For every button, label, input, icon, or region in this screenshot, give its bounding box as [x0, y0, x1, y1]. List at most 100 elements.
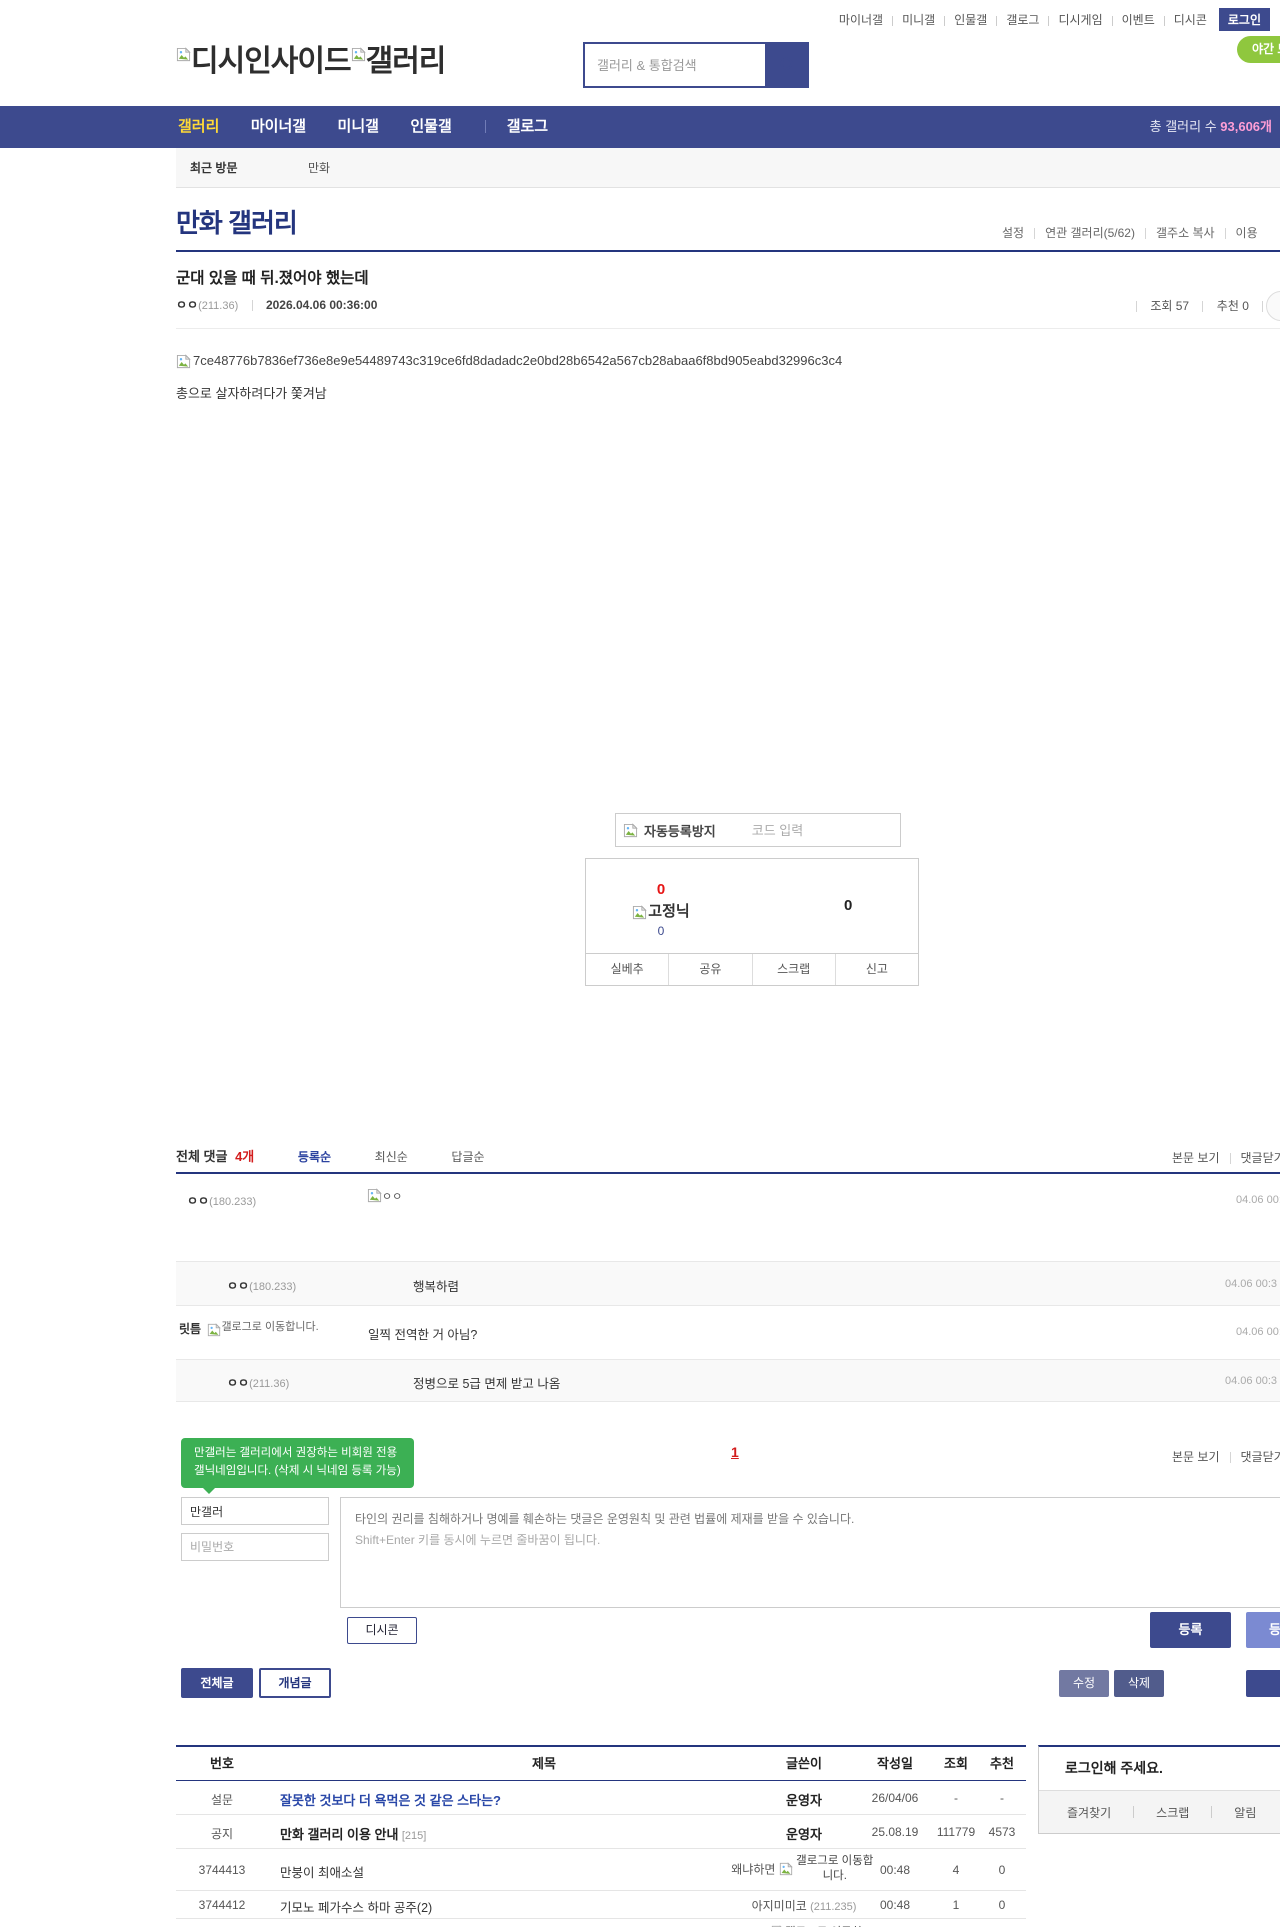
all-posts-button[interactable]: 전체글 [181, 1668, 253, 1698]
gallog-icon-alt: 갤로그로 이동합니다. [221, 1321, 319, 1333]
comment-nick[interactable]: ㅇㅇ [187, 1194, 209, 1208]
post-writer-ip: (211.36) [198, 300, 239, 312]
comment-nick[interactable]: ㅇㅇ [227, 1279, 249, 1293]
row-recs: 0 [998, 1898, 1006, 1912]
comment-textarea[interactable]: 타인의 권리를 침해하거나 명예를 훼손하는 댓글은 운영원칙 및 관련 법률에… [340, 1497, 1280, 1608]
row-no: 설문 [210, 1793, 234, 1807]
gallery-link-guide[interactable]: 이용 [1236, 226, 1258, 240]
view-post-link[interactable]: 본문 보기 [1172, 1450, 1220, 1464]
comment-submit-button[interactable]: 등록 [1150, 1612, 1231, 1648]
topbar-link-event[interactable]: 이벤트 [1122, 13, 1155, 27]
partial-round-button[interactable] [1266, 291, 1280, 321]
scrap-button-side[interactable]: 스크랩 [1156, 1804, 1189, 1821]
gallery-link-copy-url[interactable]: 갤주소 복사 [1156, 226, 1215, 240]
page-title[interactable]: 만화 갤러리 [176, 203, 298, 240]
silbechu-button[interactable]: 실베추 [586, 954, 668, 985]
alarm-button[interactable]: 알림 [1234, 1804, 1256, 1821]
broken-image-icon [779, 1862, 793, 1876]
dccon-button[interactable]: 디시콘 [347, 1617, 417, 1644]
comment-warning-line: 타인의 권리를 침해하거나 명예를 훼손하는 댓글은 운영원칙 및 관련 법률에… [355, 1512, 855, 1526]
gallery-link-settings[interactable]: 설정 [1002, 226, 1024, 240]
share-button[interactable]: 공유 [668, 954, 751, 985]
edit-button[interactable]: 수정 [1059, 1670, 1109, 1697]
nav-item-mini[interactable]: 미니갤 [338, 118, 379, 135]
sort-registered[interactable]: 등록순 [298, 1150, 331, 1164]
comment-submit-button-partial[interactable]: 등록 [1246, 1612, 1280, 1648]
topbar-link-mini[interactable]: 미니갤 [902, 13, 935, 27]
total-gallery-count: 총 갤러리 수 93,606개 [1149, 119, 1272, 134]
topbar-link-person[interactable]: 인물갤 [954, 13, 987, 27]
post-recommends: 추천 0 [1216, 299, 1249, 313]
broken-image-icon [208, 1323, 222, 1336]
post-writer[interactable]: ㅇㅇ [176, 298, 198, 312]
search-input[interactable] [583, 42, 767, 88]
close-comments-link[interactable]: 댓글닫기 [1241, 1450, 1280, 1464]
scrap-button[interactable]: 스크랩 [751, 954, 835, 985]
favorite-button[interactable]: 즐겨찾기 [1067, 1804, 1111, 1821]
comment-nickname-input[interactable] [181, 1497, 329, 1525]
separator [485, 120, 487, 134]
nav-item-person[interactable]: 인물갤 [410, 118, 451, 135]
login-button[interactable]: 로그인 [1218, 8, 1270, 31]
close-comments-link[interactable]: 댓글닫기 [1241, 1151, 1280, 1165]
nav-item-gallery[interactable]: 갤러리 [178, 118, 219, 135]
write-button-partial[interactable] [1246, 1670, 1280, 1697]
comment-nick[interactable]: 릿틈 [179, 1322, 201, 1336]
row-writer-ip: (211.235) [810, 1901, 857, 1913]
col-header-views: 조회 [944, 1756, 968, 1771]
delete-button[interactable]: 삭제 [1114, 1670, 1164, 1697]
comments-total-label: 전체 댓글 [176, 1149, 228, 1164]
broken-image-icon [176, 46, 191, 61]
comments-header: 전체 댓글 4개 등록순 최신순 답글순 [176, 1146, 485, 1165]
downvote-count[interactable]: 0 [844, 897, 852, 914]
comment-ip: (180.233) [249, 1281, 297, 1293]
nav-item-gallog[interactable]: 갤로그 [507, 118, 548, 135]
nav-item-minor[interactable]: 마이너갤 [251, 118, 306, 135]
sort-newest[interactable]: 최신순 [375, 1150, 408, 1164]
comment-password-input[interactable] [181, 1533, 329, 1561]
separator [1163, 15, 1165, 26]
row-recs: 0 [998, 1863, 1006, 1877]
breadcrumb-current[interactable]: 만화 [308, 161, 330, 175]
table-row: 공지 만화 갤러리 이용 안내 [215] 운영자 25.08.19 11177… [176, 1815, 1026, 1849]
divider [176, 328, 1280, 329]
separator [1034, 228, 1036, 240]
comment-row: ㅇㅇ(180.233) ㅇㅇ 04.06 00: [176, 1174, 1280, 1262]
topbar-link-dccon[interactable]: 디시콘 [1174, 13, 1207, 27]
topbar-link-minor[interactable]: 마이너갤 [839, 13, 883, 27]
table-header-row: 번호 제목 글쓴이 작성일 조회 추천 [176, 1747, 1026, 1781]
separator [944, 15, 946, 26]
row-no: 3744413 [198, 1863, 246, 1877]
topbar-link-gallog[interactable]: 갤로그 [1006, 13, 1039, 27]
night-mode-button[interactable]: 야간 모드 [1237, 36, 1280, 63]
site-logo[interactable]: 디시인사이드 갤러리 [176, 36, 447, 80]
separator [1136, 301, 1137, 313]
row-writer[interactable]: ㅇㅇ 갤로그로 이동합 [716, 1923, 892, 1927]
separator [1111, 15, 1113, 26]
search-button[interactable] [767, 42, 809, 88]
captcha-input[interactable] [751, 822, 872, 838]
report-button[interactable]: 신고 [834, 954, 918, 985]
post-title: 군대 있을 때 뒤.졌어야 했는데 [176, 270, 369, 287]
main-nav: 갤러리 마이너갤 미니갤 인물갤 갤로그 총 갤러리 수 93,606개 [0, 106, 1280, 148]
row-comment-count: [215] [401, 1830, 427, 1842]
gallery-link-related[interactable]: 연관 갤러리(5/62) [1045, 226, 1135, 240]
separator [1211, 1806, 1213, 1818]
nickname-tooltip: 만갤러는 갤러리에서 권장하는 비회원 전용 갤닉네임입니다. (삭제 시 닉네… [181, 1438, 414, 1494]
upvote-area[interactable]: 0 고정닉 0 [606, 881, 716, 938]
comment-reply-row: ㅇㅇ(180.233) 행복하렴 04.06 00:3 [176, 1262, 1280, 1306]
upvote-count: 0 [656, 881, 666, 898]
concept-posts-button[interactable]: 개념글 [259, 1668, 331, 1698]
comment-nick[interactable]: ㅇㅇ [227, 1376, 249, 1390]
post-body-text: 총으로 살자하려다가 쫓겨남 [176, 386, 327, 401]
col-header-date: 작성일 [877, 1756, 913, 1771]
logo-text-sub: 갤러리 [365, 45, 447, 78]
row-recs: 4573 [988, 1825, 1016, 1839]
comment-text: 행복하렴 [413, 1280, 460, 1294]
pagination-page-1[interactable]: 1 [731, 1444, 739, 1460]
view-post-link[interactable]: 본문 보기 [1172, 1151, 1220, 1165]
sort-replies[interactable]: 답글순 [451, 1150, 484, 1164]
comment-time: 04.06 00: [1236, 1194, 1280, 1206]
row-title-link[interactable]: 만화 갤러리 이용 안내 [280, 1827, 398, 1842]
topbar-link-dcgame[interactable]: 디시게임 [1058, 13, 1102, 27]
